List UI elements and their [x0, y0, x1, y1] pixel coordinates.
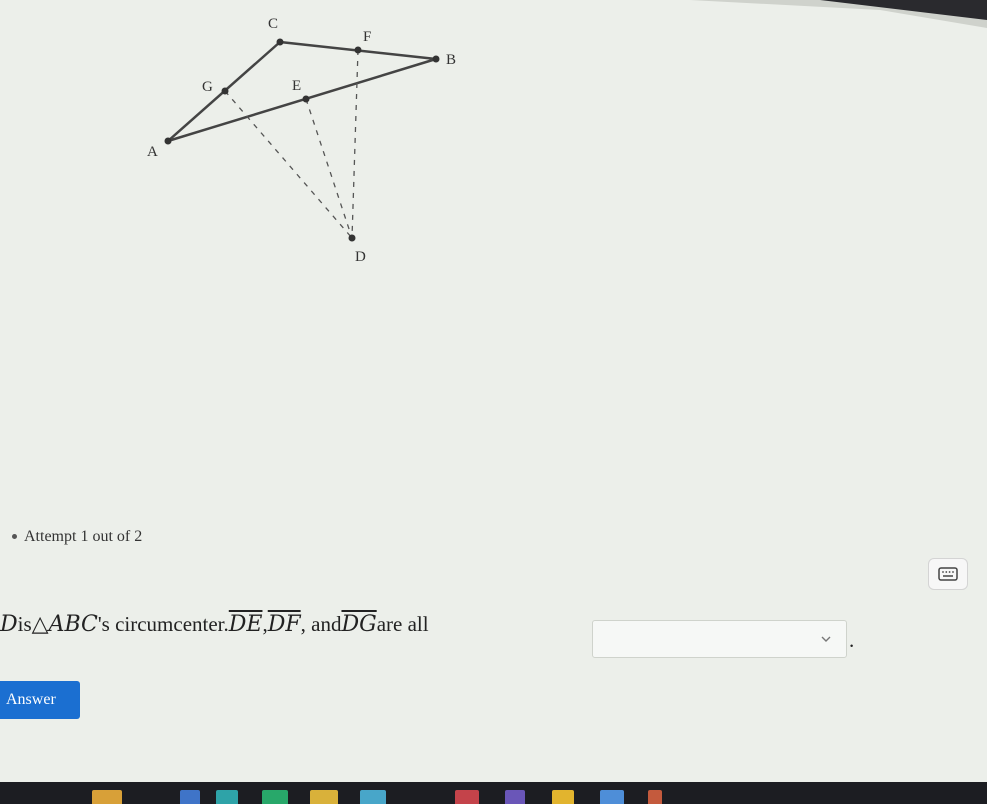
- answer-dropdown[interactable]: [592, 620, 847, 658]
- label-g: G: [202, 79, 213, 95]
- taskbar-app-icon[interactable]: [600, 790, 624, 804]
- answer-button[interactable]: Answer: [0, 681, 80, 719]
- point-g: [221, 87, 229, 95]
- triangle-abc-math: △ABC: [31, 612, 98, 637]
- segment-dg-math: DG: [341, 612, 377, 637]
- label-a: A: [147, 144, 158, 160]
- taskbar-app-icon[interactable]: [216, 790, 238, 804]
- point-a: [164, 137, 172, 145]
- label-d: D: [355, 249, 366, 265]
- question-text: D is △ABC 's circumcenter. DE , DF , and…: [0, 612, 429, 637]
- point-e: [302, 95, 310, 103]
- taskbar-app-icon[interactable]: [455, 790, 479, 804]
- label-c: C: [268, 16, 278, 32]
- attempt-counter: Attempt 1 out of 2: [24, 528, 143, 545]
- side-ab: [167, 57, 437, 143]
- label-b: B: [446, 52, 456, 68]
- segment-df-math: DF: [267, 612, 301, 637]
- point-b: [432, 55, 440, 63]
- taskbar-app-icon[interactable]: [648, 790, 662, 804]
- point-c: [276, 38, 284, 46]
- taskbar-app-icon[interactable]: [310, 790, 338, 804]
- point-d: [348, 234, 356, 242]
- question-are-all: are all: [376, 612, 429, 636]
- attempt-bullet: [12, 534, 17, 539]
- question-and: , and: [300, 612, 342, 636]
- taskbar-app-icon[interactable]: [360, 790, 386, 804]
- label-f: F: [363, 29, 371, 45]
- taskbar-app-icon[interactable]: [505, 790, 525, 804]
- segment-de-math: DE: [228, 612, 263, 637]
- point-f: [354, 46, 362, 54]
- label-e: E: [292, 78, 301, 94]
- taskbar-app-icon[interactable]: [180, 790, 200, 804]
- chevron-down-icon: [821, 636, 831, 642]
- segment-dg: [224, 90, 353, 239]
- segment-de: [305, 98, 353, 239]
- question-is: is: [17, 612, 32, 636]
- taskbar-app-icon[interactable]: [262, 790, 288, 804]
- taskbar-app-icon[interactable]: [552, 790, 574, 804]
- triangle-diagram: A B C D E F G: [147, 16, 456, 265]
- keyboard-icon: [938, 567, 958, 581]
- question-period: .: [849, 628, 855, 652]
- segment-df: [351, 49, 359, 239]
- taskbar-app-icon[interactable]: [92, 790, 122, 804]
- taskbar: [0, 782, 987, 804]
- keyboard-button[interactable]: [928, 558, 968, 590]
- point-d-math: D: [0, 612, 18, 637]
- question-circumcenter: 's circumcenter.: [97, 612, 229, 636]
